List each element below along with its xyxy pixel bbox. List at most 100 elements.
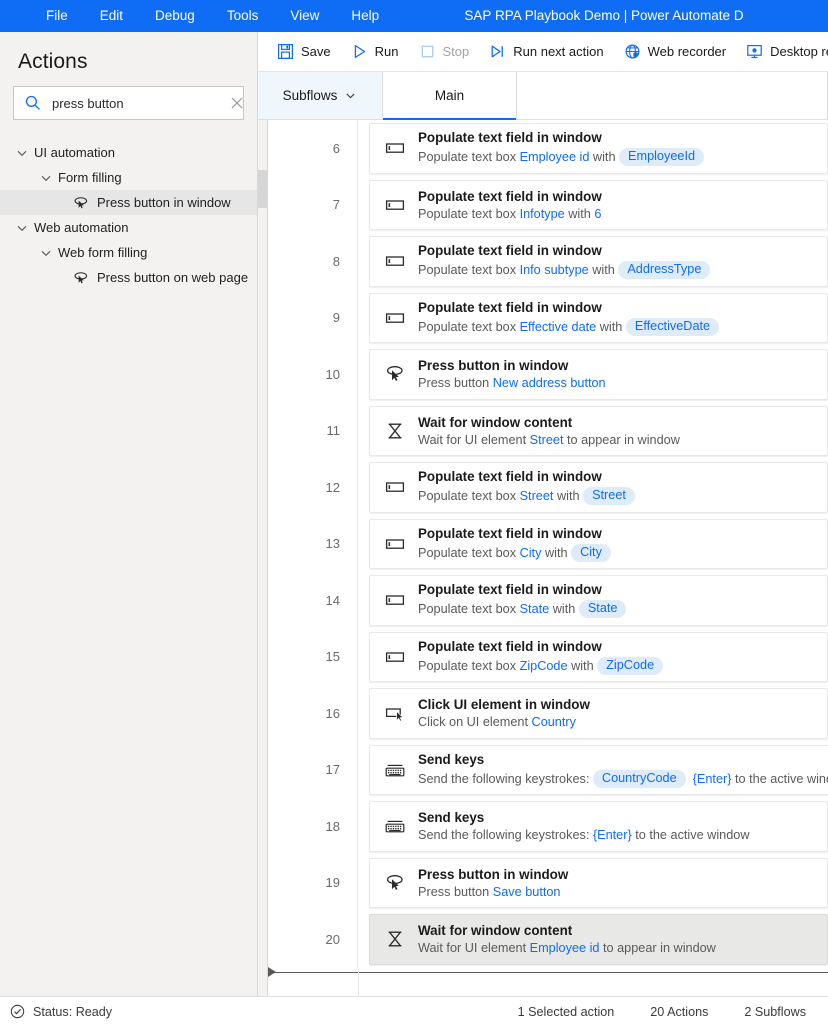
tree-group-web-automation[interactable]: Web automation [0,215,257,240]
menu-item-debug[interactable]: Debug [139,0,211,32]
flow-row-variable-pill[interactable]: EmployeeId [619,148,705,167]
menu-item-view[interactable]: View [274,0,335,32]
save-button[interactable]: Save [268,37,340,67]
flow-row[interactable]: 16 Click UI element in window Click on UI … [268,685,828,742]
flow-row-variable-pill[interactable]: CountryCode [592,769,686,788]
tree-item-press-button-in-window[interactable]: Press button in window [0,190,257,215]
flow-row-text: Click UI element in window Click on UI el… [418,697,590,729]
flow-row-desc-target: Save button [492,884,561,899]
menu-item-file[interactable]: File [30,0,84,32]
flow-row-description: Populate text box Street with Street [418,487,635,506]
flow-row-desc-prefix: Populate text box [418,602,520,617]
flow-row-title: Populate text field in window [418,299,602,315]
flow-row-description: Press button New address button [418,376,606,390]
web-recorder-button[interactable]: Web recorder [615,37,736,67]
flow-row-text: Wait for window content Wait for UI eleme… [418,923,716,955]
flow-row-card[interactable]: Populate text field in window Populate te… [369,123,828,174]
flow-row-card[interactable]: Wait for window content Wait for UI eleme… [369,914,828,965]
flow-row-card[interactable]: Populate text field in window Populate te… [369,236,828,287]
flow-row[interactable]: 17 Send keys Send the following keystrokes… [268,741,828,798]
selected-actions-count: 1 Selected action [517,1004,615,1019]
flow-row[interactable]: 7 Populate text field in window Populate t… [268,176,828,233]
tree-group-label: UI automation [34,145,115,160]
flow-row-card[interactable]: Send keys Send the following keystrokes: … [369,744,828,795]
flow-row-desc-middle: with [588,263,619,278]
flow-row[interactable]: 12 Populate text field in window Populate … [268,459,828,516]
run-button[interactable]: Run [342,37,408,67]
flow-row-card[interactable]: Populate text field in window Populate te… [369,179,828,230]
flow-row-card[interactable]: Send keys Send the following keystrokes: … [369,801,828,852]
flow-row-desc-target: {Enter} [592,828,632,843]
flow-row-variable-pill[interactable]: AddressType [618,261,711,280]
actions-pane-title: Actions [18,50,88,73]
run-next-action-button[interactable]: Run next action [480,37,612,67]
flow-row-card[interactable]: Populate text field in window Populate te… [369,292,828,343]
flow-row-desc-prefix: Populate text box [418,545,520,560]
flow-row-variable-pill[interactable]: State [578,600,627,619]
menu-item-edit[interactable]: Edit [84,0,139,32]
flow-row-card[interactable]: Populate text field in window Populate te… [369,518,828,569]
flow-scrollbar-thumb[interactable] [258,170,267,208]
flow-row[interactable]: 20 Wait for window content Wait for UI ele… [268,911,828,968]
flow-row-card[interactable]: Populate text field in window Populate te… [369,462,828,513]
flow-row-desc-prefix: Populate text box [418,319,520,334]
flow-tabs: Subflows Main [258,72,828,120]
tree-group-web-form-filling[interactable]: Web form filling [0,240,257,265]
menu-item-help[interactable]: Help [335,0,395,32]
flow-row-desc-target: City [519,545,542,560]
flow-row-text: Populate text field in window Populate te… [418,130,705,167]
flow-row[interactable]: 10 Press button in window Press button New… [268,346,828,403]
close-icon[interactable] [228,94,246,112]
web-recorder-label: Web recorder [647,44,727,59]
flow-row[interactable]: 19 Press button in window Press button Sav… [268,854,828,911]
tree-group-ui-automation[interactable]: UI automation [0,140,257,165]
flow-row-variable-pill[interactable]: ZipCode [597,656,664,675]
flow-row-desc-target: New address button [492,376,606,391]
flow-row-number: 18 [268,798,358,855]
tab-subflows[interactable]: Subflows [258,72,383,119]
tree-item-press-button-on-web-page[interactable]: Press button on web page [0,265,257,290]
flow-scrollbar[interactable] [258,120,268,996]
menu-item-tools[interactable]: Tools [211,0,275,32]
flow-row-number: 13 [268,515,358,572]
tab-main[interactable]: Main [383,72,517,120]
title-bar: File Edit Debug Tools View Help SAP RPA … [0,0,828,32]
flow-row-card[interactable]: Populate text field in window Populate te… [369,631,828,682]
desktop-recorder-button[interactable]: Desktop recorder [737,37,828,67]
flow-row-desc-middle: with [596,319,626,334]
flow-row-card[interactable]: Press button in window Press button New a… [369,349,828,400]
flow-row-card[interactable]: Populate text field in window Populate te… [369,575,828,626]
textbox-icon [385,539,405,549]
tab-main-label: Main [434,88,465,103]
flow-row[interactable]: 13 Populate text field in window Populate … [268,515,828,572]
flow-row[interactable]: 6 Populate text field in window Populate t… [268,120,828,177]
flow-row-card[interactable]: Click UI element in window Click on UI el… [369,688,828,739]
tree-group-label: Web form filling [58,245,148,260]
flow-row-desc-target: Street [519,489,554,504]
flow-row-desc-middle: to appear in window [599,941,716,956]
flow-row-title: Press button in window [418,358,569,374]
flow-row[interactable]: 9 Populate text field in window Populate t… [268,289,828,346]
flow-row-card[interactable]: Wait for window content Wait for UI eleme… [369,405,828,456]
flow-row-description: Populate text box Infotype with 6 [418,207,602,221]
flow-row-variable-pill[interactable]: City [571,543,611,562]
stop-button[interactable]: Stop [410,37,479,67]
flow-row-text: Populate text field in window Populate te… [418,189,602,221]
flow-row-variable-pill[interactable]: Street [583,487,635,506]
flow-row-card[interactable]: Press button in window Press button Save … [369,857,828,908]
search-input[interactable] [42,95,228,111]
flow-row[interactable]: 18 Send keys Send the following keystrokes… [268,798,828,855]
tree-group-form-filling[interactable]: Form filling [0,165,257,190]
flow-rows: 6 Populate text field in window Populate t… [268,120,828,996]
flow-row-desc-middle: to appear in window [563,432,680,447]
flow-row[interactable]: 11 Wait for window content Wait for UI ele… [268,402,828,459]
status-ready-icon [10,1004,25,1019]
flow-row[interactable]: 8 Populate text field in window Populate t… [268,233,828,290]
actions-search-box[interactable] [13,86,244,120]
textbox-icon [385,482,405,493]
flow-row[interactable]: 14 Populate text field in window Populate … [268,572,828,629]
flow-row[interactable]: 15 Populate text field in window Populate … [268,628,828,685]
press-button-icon [74,271,88,283]
flow-row-desc-middle: to the active window [631,828,750,843]
flow-row-variable-pill[interactable]: EffectiveDate [625,317,720,336]
